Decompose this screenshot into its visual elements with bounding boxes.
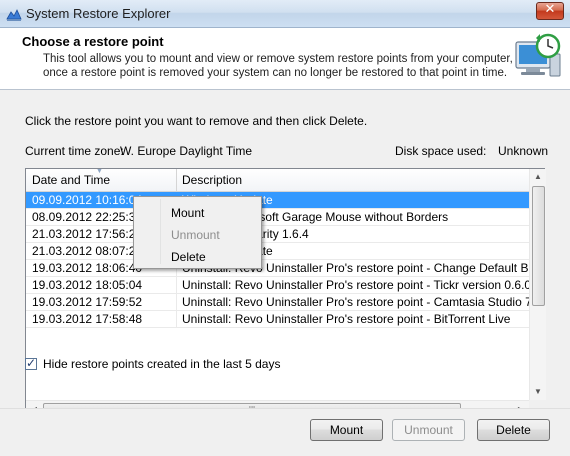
row-date: 19.03.2012 17:58:48 — [32, 312, 143, 326]
page-title: Choose a restore point — [22, 34, 164, 49]
row-date: 19.03.2012 18:06:40 — [32, 261, 143, 275]
delete-button[interactable]: Delete — [477, 419, 550, 441]
context-menu-delete[interactable]: Delete — [171, 250, 206, 264]
header-panel: Choose a restore point This tool allows … — [0, 28, 570, 90]
hide-recent-label[interactable]: Hide restore points created in the last … — [43, 357, 280, 371]
table-row[interactable]: 21.03.2012 17:56:20 Installed Similarity… — [26, 226, 529, 243]
scroll-down-icon[interactable]: ▼ — [530, 384, 546, 400]
window-title: System Restore Explorer — [26, 6, 171, 21]
instruction-text: Click the restore point you want to remo… — [25, 114, 368, 128]
disk-space-value: Unknown — [498, 144, 549, 158]
row-date: 09.09.2012 10:16:04 — [32, 193, 143, 207]
button-bar: Mount Unmount Delete — [0, 408, 570, 456]
column-header-date[interactable]: Date and Time — [32, 173, 110, 187]
restore-app-icon — [6, 9, 22, 21]
table-row[interactable]: 19.03.2012 18:05:04 Uninstall: Revo Unin… — [26, 277, 529, 294]
row-date: 21.03.2012 08:07:22 — [32, 244, 143, 258]
row-description: Uninstall: Revo Uninstaller Pro's restor… — [182, 295, 529, 309]
page-description: This tool allows you to mount and view o… — [43, 53, 513, 79]
row-description: Uninstall: Revo Uninstaller Pro's restor… — [182, 278, 529, 292]
table-row[interactable]: 19.03.2012 17:58:48 Uninstall: Revo Unin… — [26, 311, 529, 328]
table-row[interactable]: 08.09.2012 22:25:37 Installed Microsoft … — [26, 209, 529, 226]
list-rows: 09.09.2012 10:16:04 Windows Update 08.09… — [26, 192, 529, 328]
context-menu-mount[interactable]: Mount — [171, 206, 204, 220]
disk-space-label: Disk space used: — [395, 144, 487, 158]
table-row[interactable]: 19.03.2012 17:59:52 Uninstall: Revo Unin… — [26, 294, 529, 311]
unmount-button: Unmount — [392, 419, 465, 441]
timezone-label: Current time zone: — [25, 144, 124, 158]
table-row[interactable]: 19.03.2012 18:06:40 Uninstall: Revo Unin… — [26, 260, 529, 277]
row-date: 19.03.2012 18:05:04 — [32, 278, 143, 292]
main-content: Click the restore point you want to remo… — [0, 90, 570, 418]
mount-button[interactable]: Mount — [310, 419, 383, 441]
list-header: ▼ Date and Time Description — [26, 168, 529, 192]
row-date: 19.03.2012 17:59:52 — [32, 295, 143, 309]
vertical-scrollbar[interactable]: ▲ ▼ — [529, 169, 546, 400]
restore-points-list[interactable]: ▼ Date and Time Description 09.09.2012 1… — [25, 168, 546, 418]
vertical-scroll-thumb[interactable] — [532, 186, 545, 306]
column-divider[interactable] — [176, 169, 177, 191]
scroll-up-icon[interactable]: ▲ — [530, 169, 546, 185]
computer-clock-icon — [515, 33, 561, 77]
title-bar: System Restore Explorer ✕ — [0, 0, 570, 28]
row-description: Uninstall: Revo Uninstaller Pro's restor… — [182, 312, 511, 326]
column-header-description[interactable]: Description — [182, 173, 242, 187]
context-menu-unmount: Unmount — [171, 228, 220, 242]
context-menu: Mount Unmount Delete — [133, 196, 262, 269]
table-row[interactable]: 21.03.2012 08:07:22 Windows Update — [26, 243, 529, 260]
table-row[interactable]: 09.09.2012 10:16:04 Windows Update — [26, 192, 529, 209]
row-date: 21.03.2012 17:56:20 — [32, 227, 143, 241]
checkmark-icon: ✓ — [26, 356, 37, 370]
menu-gutter — [160, 199, 161, 264]
timezone-value: W. Europe Daylight Time — [120, 144, 253, 158]
close-button[interactable]: ✕ — [536, 2, 564, 20]
hide-recent-checkbox[interactable]: ✓ — [25, 356, 37, 370]
row-date: 08.09.2012 22:25:37 — [32, 210, 143, 224]
close-icon: ✕ — [544, 2, 556, 17]
